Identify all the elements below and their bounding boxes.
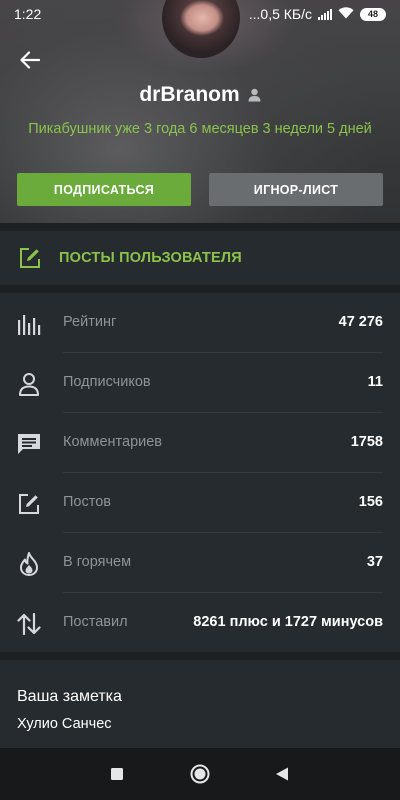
stat-label: Рейтинг	[63, 314, 117, 330]
stat-comments[interactable]: Комментариев 1758	[0, 413, 400, 473]
arrow-left-icon	[20, 51, 40, 69]
flame-icon	[16, 551, 42, 577]
person-icon	[248, 88, 261, 102]
stats-list: Рейтинг 47 276 Подписчиков 11 Комментари…	[0, 293, 400, 652]
stat-hot[interactable]: В горячем 37	[0, 533, 400, 593]
network-speed: ...0,5 КБ/с	[248, 6, 312, 22]
back-nav-button[interactable]	[270, 762, 294, 786]
user-posts-label: ПОСТЫ ПОЛЬЗОВАТЕЛЯ	[59, 250, 242, 266]
stat-votes: Поставил 8261 плюс и 1727 минусов	[0, 593, 400, 653]
bar-chart-icon	[16, 311, 42, 337]
status-time: 1:22	[14, 6, 42, 22]
back-button[interactable]	[14, 44, 46, 76]
stat-label: В горячем	[63, 554, 132, 570]
person-icon	[16, 371, 42, 397]
stat-posts[interactable]: Постов 156	[0, 473, 400, 533]
stat-value: 1758	[350, 434, 383, 450]
navigation-bar	[0, 748, 400, 800]
stat-label: Постов	[63, 494, 111, 510]
member-since: Пикабушник уже 3 года 6 месяцев 3 недели…	[28, 121, 372, 137]
status-bar: 1:22 ...0,5 КБ/с 48	[0, 0, 400, 28]
stat-label: Комментариев	[63, 434, 162, 450]
stat-value: 8261 плюс и 1727 минусов	[193, 614, 383, 630]
stat-value: 47 276	[338, 314, 383, 330]
profile-header: 1:22 ...0,5 КБ/с 48 drBranom Пикабушник …	[0, 0, 400, 223]
signal-icon	[318, 8, 332, 20]
stat-label: Поставил	[63, 614, 128, 630]
user-note[interactable]: Ваша заметка Хулио Санчес	[0, 660, 400, 748]
stat-rating: Рейтинг 47 276	[0, 293, 400, 353]
up-down-arrows-icon	[16, 611, 42, 637]
note-title: Ваша заметка	[17, 688, 122, 705]
ignore-list-button[interactable]: ИГНОР-ЛИСТ	[209, 173, 383, 206]
subscribe-button[interactable]: ПОДПИСАТЬСЯ	[17, 173, 191, 206]
username: drBranom	[139, 83, 240, 106]
battery-level: 48	[367, 9, 378, 19]
triangle-back-icon	[276, 767, 288, 781]
circle-icon	[190, 764, 210, 784]
user-posts-link[interactable]: ПОСТЫ ПОЛЬЗОВАТЕЛЯ	[0, 231, 400, 285]
wifi-icon	[338, 6, 354, 22]
edit-icon	[20, 248, 40, 268]
home-button[interactable]	[188, 762, 212, 786]
stat-label: Подписчиков	[63, 374, 151, 390]
stat-value: 37	[366, 554, 383, 570]
stat-subscribers[interactable]: Подписчиков 11	[0, 353, 400, 413]
stat-value: 11	[367, 374, 383, 390]
battery-icon: 48	[360, 7, 386, 21]
recent-apps-button[interactable]	[105, 762, 129, 786]
stat-value: 156	[358, 494, 383, 510]
comment-icon	[16, 431, 42, 457]
edit-icon	[16, 491, 42, 517]
square-icon	[111, 768, 123, 780]
note-text: Хулио Санчес	[17, 716, 112, 732]
